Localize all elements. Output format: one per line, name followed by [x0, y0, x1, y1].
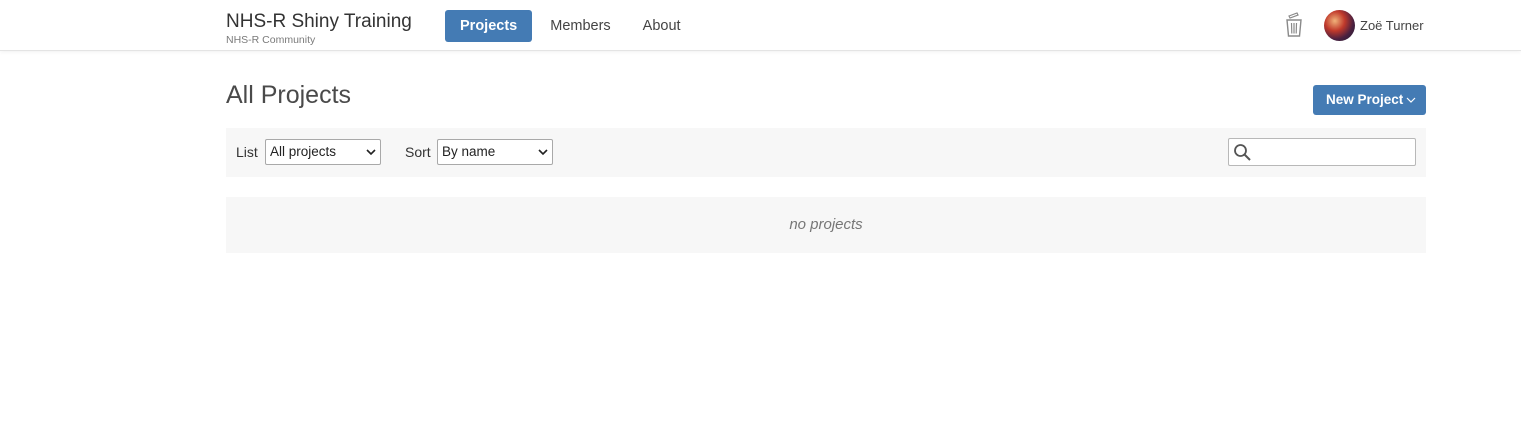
projects-list-empty: no projects	[226, 197, 1426, 253]
chevron-down-icon	[1406, 85, 1416, 128]
avatar	[1324, 10, 1355, 41]
nav-members[interactable]: Members	[535, 10, 625, 42]
account-title: NHS-R Shiny Training	[226, 11, 412, 32]
user-name: Zoë Turner	[1360, 18, 1424, 33]
sort-select-value: By name	[442, 144, 496, 159]
search-icon	[1234, 144, 1251, 161]
trash-icon[interactable]	[1285, 12, 1303, 38]
chevron-down-icon	[366, 149, 376, 156]
brand[interactable]: NHS-R Shiny Training NHS-R Community	[226, 11, 412, 46]
top-navbar: NHS-R Shiny Training NHS-R Community Pro…	[0, 0, 1521, 51]
list-select-value: All projects	[270, 144, 337, 159]
new-project-button[interactable]: New Project	[1313, 85, 1426, 115]
user-menu[interactable]: Zoë Turner	[1324, 10, 1424, 41]
filter-bar: List All projects Sort By name	[226, 128, 1426, 177]
new-project-label: New Project	[1326, 92, 1404, 107]
sort-label: Sort	[405, 144, 431, 160]
page-title: All Projects	[226, 81, 352, 109]
chevron-down-icon	[538, 149, 548, 156]
list-label: List	[236, 144, 258, 160]
search-box[interactable]	[1228, 138, 1416, 166]
sort-select[interactable]: By name	[437, 139, 553, 165]
list-select[interactable]: All projects	[265, 139, 381, 165]
nav-projects[interactable]: Projects	[445, 10, 533, 42]
account-subtitle: NHS-R Community	[226, 34, 316, 46]
search-input[interactable]	[1255, 141, 1411, 163]
main-nav: Projects Members About	[445, 10, 696, 42]
nav-about[interactable]: About	[628, 10, 696, 42]
